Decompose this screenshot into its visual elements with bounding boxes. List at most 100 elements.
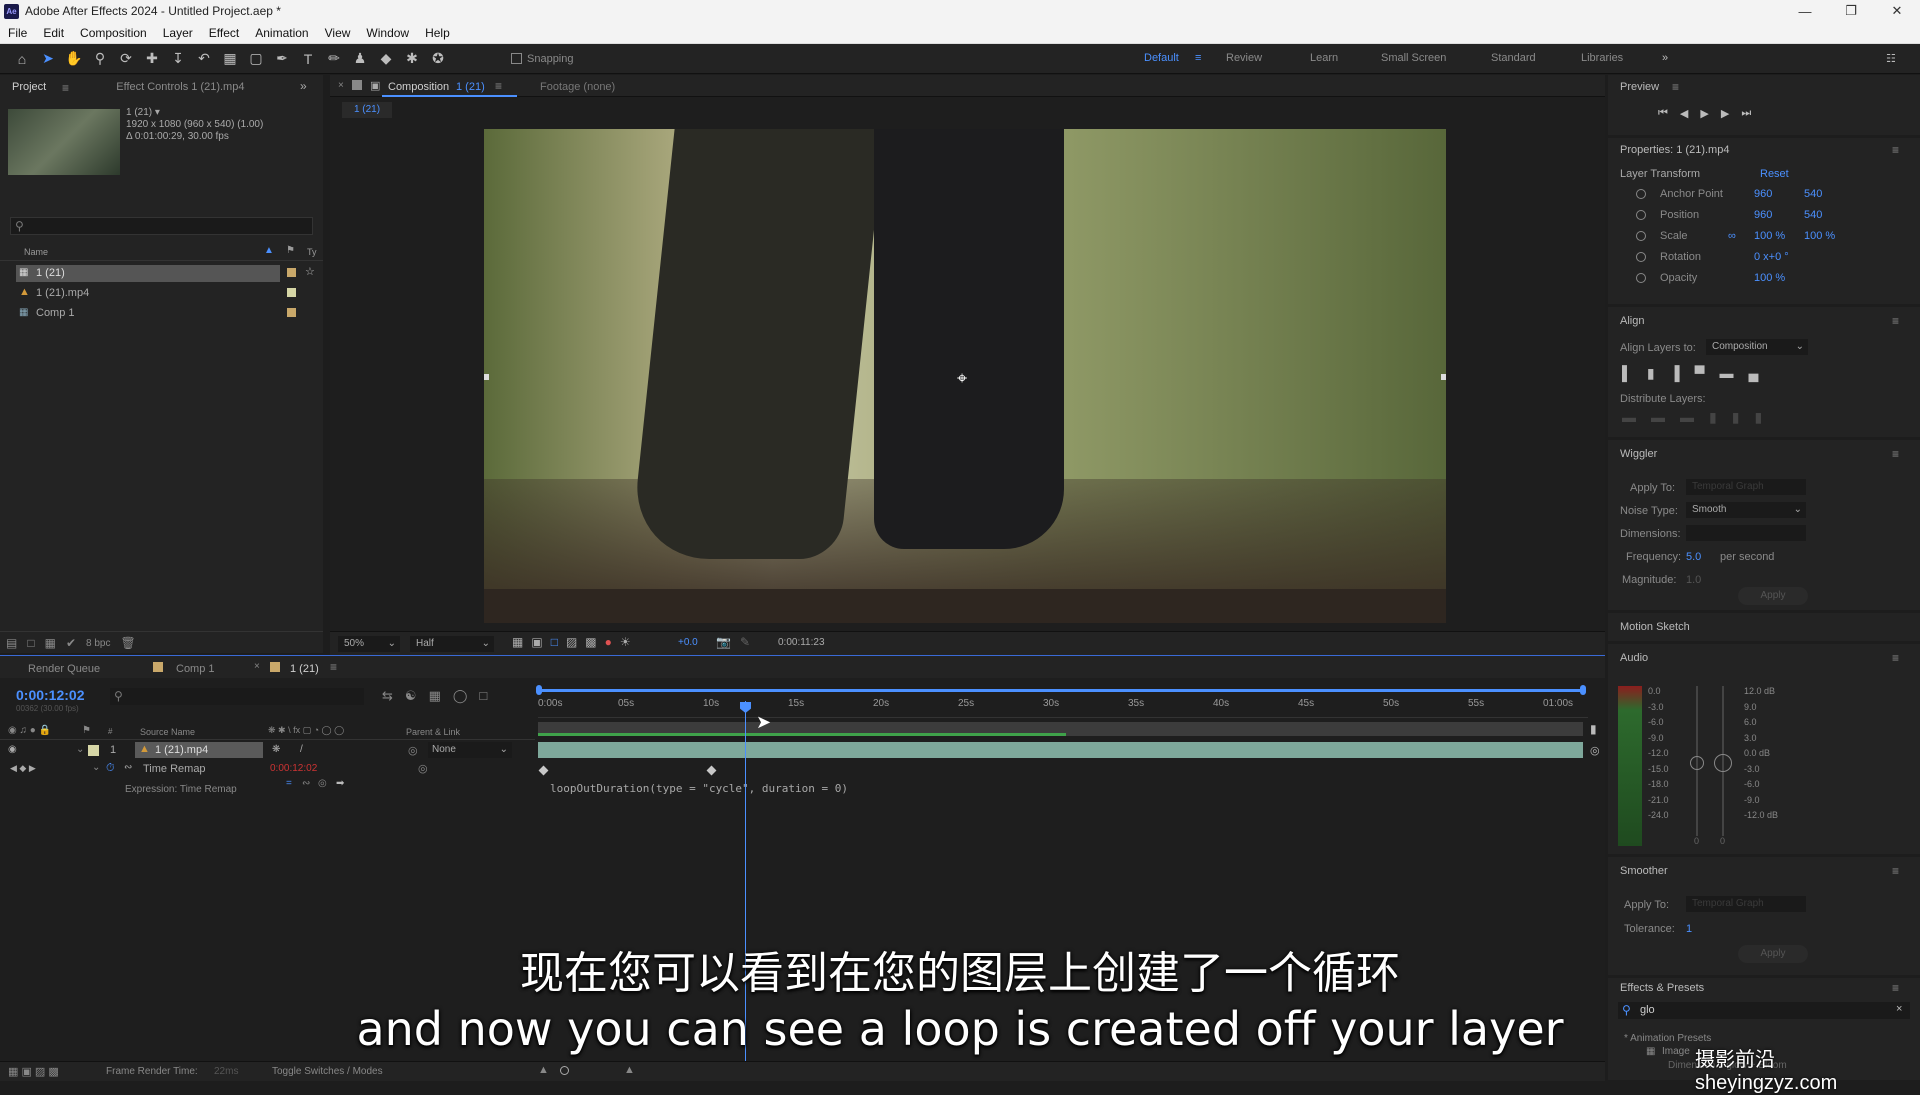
distribute-top-icon[interactable]: ▬ [1622,409,1636,426]
dimensions-select[interactable] [1686,525,1806,541]
comp-viewer[interactable]: ⌖ [484,129,1446,623]
comp-mini-flowchart-icon[interactable]: ⇆ [382,688,393,704]
distribute-vcenter-icon[interactable]: ▬ [1651,409,1665,426]
audio-slider-right-knob[interactable] [1714,754,1732,772]
menu-animation[interactable]: Animation [247,26,316,40]
interpret-footage-icon[interactable]: ▤ [6,636,17,650]
work-area-track[interactable] [538,722,1583,736]
stopwatch-icon[interactable] [1636,273,1646,283]
tab-close-icon[interactable]: × [338,80,344,91]
align-right-icon[interactable]: ▐ [1670,365,1680,382]
frequency-value[interactable]: 5.0 [1686,551,1701,563]
expression-field[interactable]: loopOutDuration(type = "cycle", duration… [550,782,848,795]
pan-behind-icon[interactable]: ▦ [220,49,240,69]
orbit-tool-icon[interactable]: ⟳ [116,49,136,69]
zoom-in-icon[interactable]: ▲ [624,1064,635,1076]
align-bottom-icon[interactable]: ▄ [1748,365,1758,382]
workspace-learn[interactable]: Learn [1310,52,1338,64]
work-area-start-handle[interactable] [536,685,542,695]
work-area-bar[interactable] [536,684,1588,696]
audio-menu-icon[interactable]: ≡ [1892,651,1899,665]
tab-footage[interactable]: Footage (none) [540,81,615,93]
align-hcenter-icon[interactable]: ▮ [1647,365,1655,382]
expression-graph-icon[interactable]: ∾ [302,778,310,789]
trash-icon[interactable]: 🗑 [120,636,135,650]
av-switches-icons[interactable]: ◉ ♫ ● 🔒 [8,725,51,736]
home-icon[interactable]: ⌂ [12,49,32,69]
keyframe-nav-icon[interactable]: ◀ ◆ ▶ [10,763,36,774]
layer-duration-bar[interactable] [538,742,1583,758]
distribute-bottom-icon[interactable]: ▬ [1680,409,1694,426]
tab-project[interactable]: Project [12,81,46,93]
col-num[interactable]: # [108,727,112,736]
col-source-name[interactable]: Source Name [140,727,195,737]
time-remap-value[interactable]: 0:00:12:02 [270,763,317,774]
stopwatch-icon[interactable] [1636,231,1646,241]
lock-icon[interactable] [352,80,362,90]
new-folder-icon[interactable]: □ [27,636,34,650]
prev-frame-icon[interactable]: ◀ [1680,107,1688,120]
prop-value-x[interactable]: 100 % [1754,272,1785,284]
comp-timecode[interactable]: 0:00:11:23 [778,637,825,648]
properties-menu-icon[interactable]: ≡ [1892,143,1899,157]
label-icon[interactable]: ⚑ [286,245,295,256]
current-time[interactable]: 0:00:12:02 [16,687,85,703]
comp-menu-icon[interactable]: ≡ [495,79,502,93]
brush-tool-icon[interactable]: ✏ [324,49,344,69]
snapping-toggle[interactable]: Snapping [511,53,574,65]
align-vcenter-icon[interactable]: ▬ [1719,365,1733,382]
switches-icons[interactable]: ❋ ✱ \ fx ▢ ◔ ◯ ◯ [268,725,344,736]
quality-switch-icon[interactable]: / [300,744,303,755]
project-menu-icon[interactable]: ≡ [62,81,69,95]
pan-tool-icon[interactable]: ✚ [142,49,162,69]
shy-icon[interactable]: ☯ [405,688,417,704]
layer-handle[interactable] [484,374,489,380]
comp-tab-name[interactable]: 1 (21) [456,81,485,93]
align-menu-icon[interactable]: ≡ [1892,314,1899,328]
col-name[interactable]: Name [24,247,48,257]
tab-composition[interactable]: Composition [388,81,449,93]
motion-blur-icon[interactable]: ◯ [453,688,468,704]
stopwatch-icon[interactable] [1636,210,1646,220]
tab-effect-controls[interactable]: Effect Controls 1 (21).mp4 [116,81,244,93]
dolly-tool-icon[interactable]: ↧ [168,49,188,69]
region-of-interest-icon[interactable]: ▨ [566,635,577,649]
new-comp-icon[interactable]: ▦ [45,636,56,650]
mask-visibility-icon[interactable]: □ [551,635,558,649]
tab-comp-1[interactable]: Comp 1 [176,663,215,675]
zoom-out-icon[interactable]: ▲ [538,1064,549,1076]
parent-select[interactable]: None ⌄ [428,742,512,758]
workspace-menu-icon[interactable]: ≡ [1195,52,1201,64]
smoother-menu-icon[interactable]: ≡ [1892,864,1899,878]
menu-window[interactable]: Window [358,26,417,40]
tab-close-icon[interactable]: × [254,661,260,672]
label-column-icon[interactable]: ⚑ [82,725,91,736]
align-left-icon[interactable]: ▌ [1622,365,1632,382]
sort-icon[interactable]: ▲ [264,245,274,256]
next-frame-icon[interactable]: ▶ [1721,107,1729,120]
time-remap-row[interactable]: ◀ ◆ ▶ ⌄ ⏱ ∾ Time Remap 0:00:12:02 ◎ [0,761,535,778]
stopwatch-icon[interactable] [1636,252,1646,262]
expression-language-icon[interactable]: ➡ [336,778,344,789]
motion-sketch-title[interactable]: Motion Sketch [1620,621,1690,633]
prop-value-x[interactable]: 960 [1754,209,1804,221]
menu-help[interactable]: Help [417,26,458,40]
tab-render-queue[interactable]: Render Queue [28,663,100,675]
toggle-switches-modes[interactable]: Toggle Switches / Modes [272,1066,383,1077]
time-ruler[interactable]: 0:00s 05s 10s 15s 20s 25s 30s 35s 40s 45… [538,698,1588,718]
distribute-hcenter-icon[interactable]: ▮ [1732,409,1740,426]
more-workspaces-icon[interactable]: » [1662,52,1668,64]
prop-value-x[interactable]: 960 [1754,188,1804,200]
close-icon[interactable]: ✕ [1874,0,1920,22]
expression-pickwhip-icon[interactable]: ◎ [318,778,327,789]
roto-brush-icon[interactable]: ✱ [402,49,422,69]
workspace-small-screen[interactable]: Small Screen [1381,52,1446,64]
panel-more-icon[interactable]: » [300,79,307,93]
resolution-select[interactable]: Half ⌄ [410,636,494,652]
distribute-left-icon[interactable]: ▮ [1709,409,1717,426]
menu-composition[interactable]: Composition [72,26,155,40]
work-area-end-handle[interactable] [1580,685,1586,695]
workspace-standard[interactable]: Standard [1491,52,1536,64]
keyframe-end[interactable] [706,765,717,776]
color-channel-icon[interactable]: ● [605,635,612,649]
